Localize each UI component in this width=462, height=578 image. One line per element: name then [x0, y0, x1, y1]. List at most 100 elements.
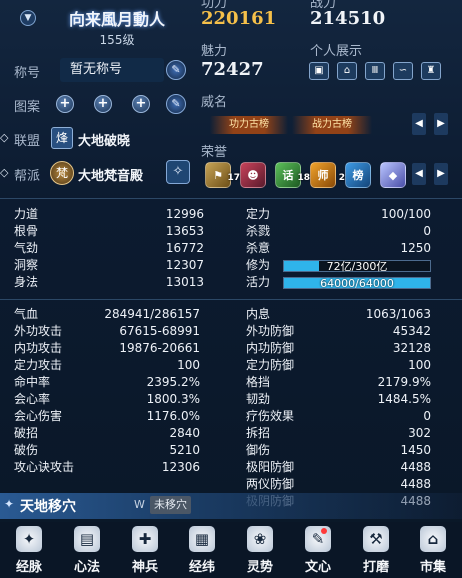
stat-value: 1250	[400, 241, 431, 255]
charm-label: 魅力	[201, 44, 228, 59]
showcase-card-icon[interactable]: ▣	[309, 62, 329, 80]
stat-value: 1176.0%	[146, 409, 200, 423]
cultivation-bar-text: 72亿/300亿	[326, 260, 388, 273]
edit-title-icon[interactable]: ✎	[166, 60, 186, 80]
stat-row: 拆招 302	[246, 425, 431, 442]
stat-label: 两仪防御	[246, 477, 295, 491]
right-power-value: 214510	[310, 8, 386, 29]
stat-value: 67615-68991	[119, 324, 200, 338]
honor-prev-icon[interactable]: ◀	[412, 163, 426, 185]
nav-spirit-button[interactable]: ❀ 灵势	[238, 522, 282, 578]
stat-label: 定力防御	[246, 358, 295, 372]
weiming-next-icon[interactable]: ▶	[434, 113, 448, 135]
guild-crest-icon[interactable]: ✧	[166, 160, 190, 184]
nav-manual-button[interactable]: ▤ 心法	[65, 522, 109, 578]
nav-meridian-button[interactable]: ✦ 经脉	[7, 522, 51, 578]
stat-label: 杀意	[246, 241, 271, 255]
add-pattern-2-icon[interactable]: +	[94, 95, 112, 113]
honor-rank-icon[interactable]: 榜	[345, 162, 371, 188]
combat-stats-left: 气血 284941/286157 外功攻击 67615-68991 内功攻击 19876-…	[14, 306, 200, 476]
base-stats-right: 定力 100/100 杀戮 0 杀意 1250 修为 72亿/300亿 活力 6400…	[246, 206, 431, 291]
stat-row: 破招 2840	[14, 425, 200, 442]
stat-label: 攻心诀攻击	[14, 460, 75, 474]
vitality-bar: 64000/64000	[283, 277, 431, 290]
honor-talk-icon[interactable]: 话 18	[275, 162, 310, 188]
stat-row: 气血 284941/286157	[14, 306, 200, 323]
stat-value: 100	[408, 358, 431, 372]
add-pattern-1-icon[interactable]: +	[56, 95, 74, 113]
league-label: 联盟	[14, 134, 41, 149]
honor-mask-icon[interactable]: ☻	[240, 162, 266, 188]
title-value: 暂无称号	[60, 58, 164, 82]
league-name[interactable]: 大地破晓	[78, 130, 130, 149]
stat-value: 2179.9%	[377, 375, 431, 389]
stat-row: 外功攻击 67615-68991	[14, 323, 200, 340]
league-diamond-icon: ◇	[0, 131, 9, 144]
honor-crystal-icon[interactable]: ◆	[380, 162, 406, 188]
stat-label: 气劲	[14, 241, 39, 255]
weiming-badge-2[interactable]: 战力古榜	[292, 116, 372, 134]
stat-row: 破伤 5210	[14, 442, 200, 459]
showcase-mount-icon[interactable]: ∽	[393, 62, 413, 80]
cultivation-bar: 72亿/300亿	[283, 260, 431, 273]
stat-label: 修为	[246, 258, 271, 272]
nav-label: 文心	[304, 560, 331, 575]
stat-label: 定力	[246, 207, 271, 221]
stat-value: 1450	[400, 443, 431, 457]
nav-label: 打磨	[362, 560, 389, 575]
guild-tag-icon: 梵	[50, 161, 74, 185]
honor-next-icon[interactable]: ▶	[434, 163, 448, 185]
weiming-prev-icon[interactable]: ◀	[412, 113, 426, 135]
collapse-icon[interactable]: ▼	[20, 10, 36, 26]
stat-value: 284941/286157	[104, 307, 200, 321]
showcase-house-icon[interactable]: ⌂	[337, 62, 357, 80]
stat-label: 破伤	[14, 443, 39, 457]
edit-pattern-icon[interactable]: ✎	[166, 94, 186, 114]
nav-label: 神兵	[131, 560, 158, 575]
stat-value: 2395.2%	[146, 375, 200, 389]
stat-value: 12306	[161, 460, 200, 474]
divider	[0, 198, 462, 199]
stat-label: 内功防御	[246, 341, 295, 355]
stat-row: 命中率 2395.2%	[14, 374, 200, 391]
stat-label: 力道	[14, 207, 39, 221]
stat-row: 外功防御 45342	[246, 323, 431, 340]
weapon-icon: ✚	[132, 526, 158, 552]
player-name: 向来風月動人	[68, 10, 165, 29]
left-power-value: 220161	[201, 8, 277, 29]
pattern-label: 图案	[14, 100, 41, 115]
nav-label: 经纬	[188, 560, 215, 575]
stat-value: 19876-20661	[119, 341, 200, 355]
progress-row-cultivation: 修为 72亿/300亿	[246, 257, 431, 274]
nav-grid-button[interactable]: ▦ 经纬	[180, 522, 224, 578]
nav-weapon-button[interactable]: ✚ 神兵	[123, 522, 167, 578]
honor-label: 荣誉	[201, 145, 228, 160]
guild-name[interactable]: 大地梵音殿	[78, 165, 143, 184]
stat-label: 定力攻击	[14, 358, 63, 372]
vitality-bar-text: 64000/64000	[320, 277, 394, 290]
stat-row: 会心率 1800.3%	[14, 391, 200, 408]
nav-brush-button[interactable]: ✎ 文心	[296, 522, 340, 578]
weiming-label: 威名	[201, 95, 228, 110]
guild-label: 帮派	[14, 169, 41, 184]
showcase-gate-icon[interactable]: Ⅲ	[365, 62, 385, 80]
tiandi-icon: ✦	[4, 497, 15, 511]
stat-value: 32128	[392, 341, 431, 355]
stat-row: 两仪防御 4488	[246, 476, 431, 493]
showcase-outfit-icon[interactable]: ♜	[421, 62, 441, 80]
charm-value: 72427	[201, 59, 264, 80]
tiandi-bar[interactable]: ✦ 天地移穴 W 未移穴	[0, 493, 462, 519]
stat-value: 4488	[400, 460, 431, 474]
stat-row: 定力防御 100	[246, 357, 431, 374]
nav-hammer-button[interactable]: ⚒ 打磨	[354, 522, 398, 578]
stat-row: 杀戮 0	[246, 223, 431, 240]
combat-stats-right: 内息 1063/1063 外功防御 45342 内功防御 32128 定力防御 100 格挡 21…	[246, 306, 431, 510]
stat-row: 气劲 16772	[14, 240, 204, 257]
honor-flag-icon[interactable]: ⚑ 17	[205, 162, 240, 188]
weiming-badge-1[interactable]: 功力古榜	[210, 116, 288, 134]
notification-dot	[321, 528, 327, 534]
stat-row: 韧劲 1484.5%	[246, 391, 431, 408]
nav-market-button[interactable]: ⌂ 市集	[411, 522, 455, 578]
add-pattern-3-icon[interactable]: +	[132, 95, 150, 113]
honor-master-icon[interactable]: 师2	[310, 162, 345, 188]
